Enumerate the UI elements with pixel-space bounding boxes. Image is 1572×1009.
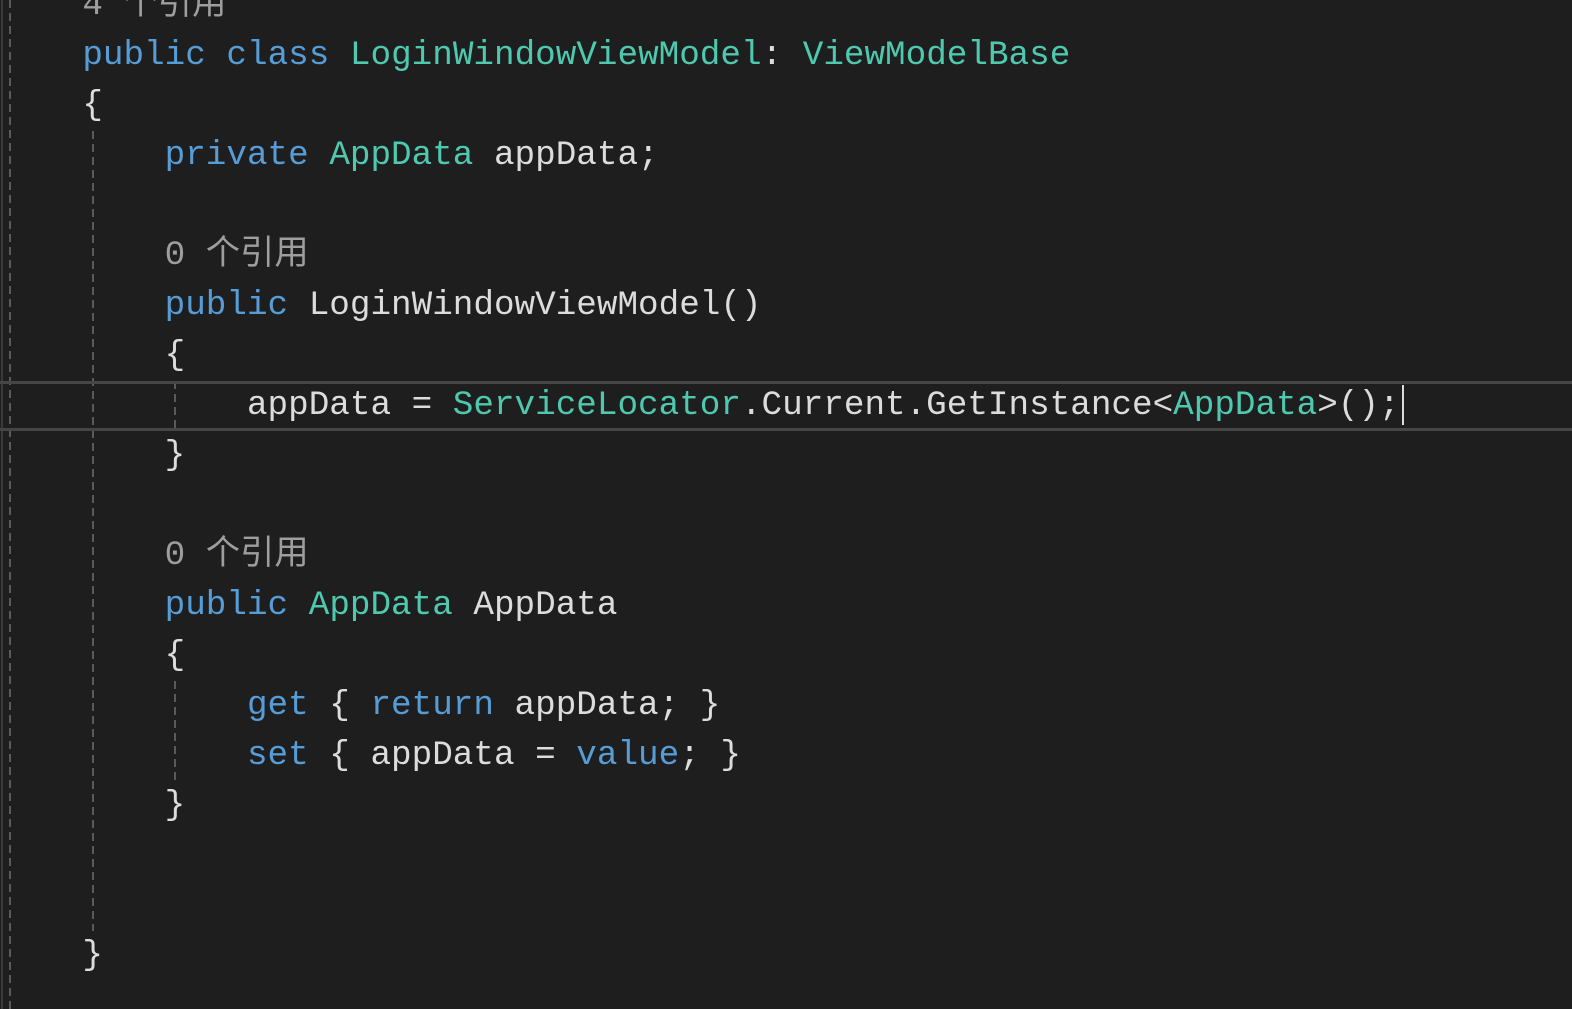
code-line[interactable]: 4 个引用 xyxy=(0,0,1572,31)
code-line[interactable]: { xyxy=(0,631,1572,681)
keyword-token: public xyxy=(164,286,289,325)
empty-code-line[interactable] xyxy=(0,881,1572,931)
empty-code-line[interactable] xyxy=(0,181,1572,231)
code-line[interactable]: 0 个引用 xyxy=(0,531,1572,581)
keyword-token: public xyxy=(82,36,206,75)
code-line[interactable]: get { return appData; } xyxy=(0,681,1572,731)
code-text: appData; xyxy=(473,136,659,175)
type-name-token: ViewModelBase xyxy=(802,36,1071,75)
empty-code-line[interactable] xyxy=(0,831,1572,881)
keyword-token: public xyxy=(164,586,289,625)
code-line[interactable]: } xyxy=(0,781,1572,831)
codelens-reference-count[interactable]: 0 个引用 xyxy=(165,536,309,575)
code-text: { xyxy=(164,336,186,375)
code-line[interactable]: { xyxy=(0,81,1572,131)
code-line[interactable]: } xyxy=(0,931,1572,981)
code-text: .Current.GetInstance< xyxy=(740,386,1174,425)
codelens-reference-count[interactable]: 4 个引用 xyxy=(82,0,226,25)
keyword-token: private xyxy=(164,136,309,175)
current-code-line[interactable]: appData = ServiceLocator.Current.GetInst… xyxy=(0,381,1572,431)
type-name-token: AppData xyxy=(308,586,453,625)
empty-code-line[interactable] xyxy=(0,481,1572,531)
code-line[interactable]: public AppData AppData xyxy=(0,581,1572,631)
code-text: } xyxy=(164,786,186,825)
code-text: appData; } xyxy=(493,686,721,725)
code-line[interactable]: } xyxy=(0,431,1572,481)
keyword-token: set xyxy=(246,736,309,775)
code-text: { xyxy=(82,86,103,125)
code-line[interactable]: { xyxy=(0,331,1572,381)
code-text: appData = xyxy=(246,386,453,425)
type-name-token: AppData xyxy=(329,136,474,175)
code-line[interactable]: set { appData = value; } xyxy=(0,731,1572,781)
code-text: { appData = xyxy=(308,736,577,775)
code-text: } xyxy=(82,936,103,975)
code-line[interactable]: public LoginWindowViewModel() xyxy=(0,281,1572,331)
keyword-token: class xyxy=(226,36,330,75)
code-line[interactable]: 0 个引用 xyxy=(0,231,1572,281)
code-text: { xyxy=(308,686,371,725)
keyword-token: get xyxy=(246,686,309,725)
keyword-token: value xyxy=(576,736,680,775)
type-name-token: LoginWindowViewModel xyxy=(349,36,762,75)
code-text: { xyxy=(164,636,186,675)
code-lines[interactable]: 4 个引用 public class LoginWindowViewModel: … xyxy=(0,0,1572,981)
code-text: LoginWindowViewModel() xyxy=(288,286,762,325)
code-line[interactable]: private AppData appData; xyxy=(0,131,1572,181)
text-caret xyxy=(1401,384,1404,425)
code-text: >(); xyxy=(1317,386,1400,425)
code-line[interactable]: public class LoginWindowViewModel: ViewM… xyxy=(0,31,1572,81)
code-editor[interactable]: 4 个引用 public class LoginWindowViewModel: … xyxy=(0,0,1572,1009)
code-text: ; } xyxy=(679,736,741,775)
code-text: : xyxy=(761,36,803,75)
code-text: } xyxy=(164,436,186,475)
type-name-token: AppData xyxy=(1173,386,1318,425)
codelens-reference-count[interactable]: 0 个引用 xyxy=(165,236,309,275)
keyword-token: return xyxy=(370,686,494,725)
type-name-token: ServiceLocator xyxy=(452,386,741,425)
code-text: AppData xyxy=(452,586,618,625)
